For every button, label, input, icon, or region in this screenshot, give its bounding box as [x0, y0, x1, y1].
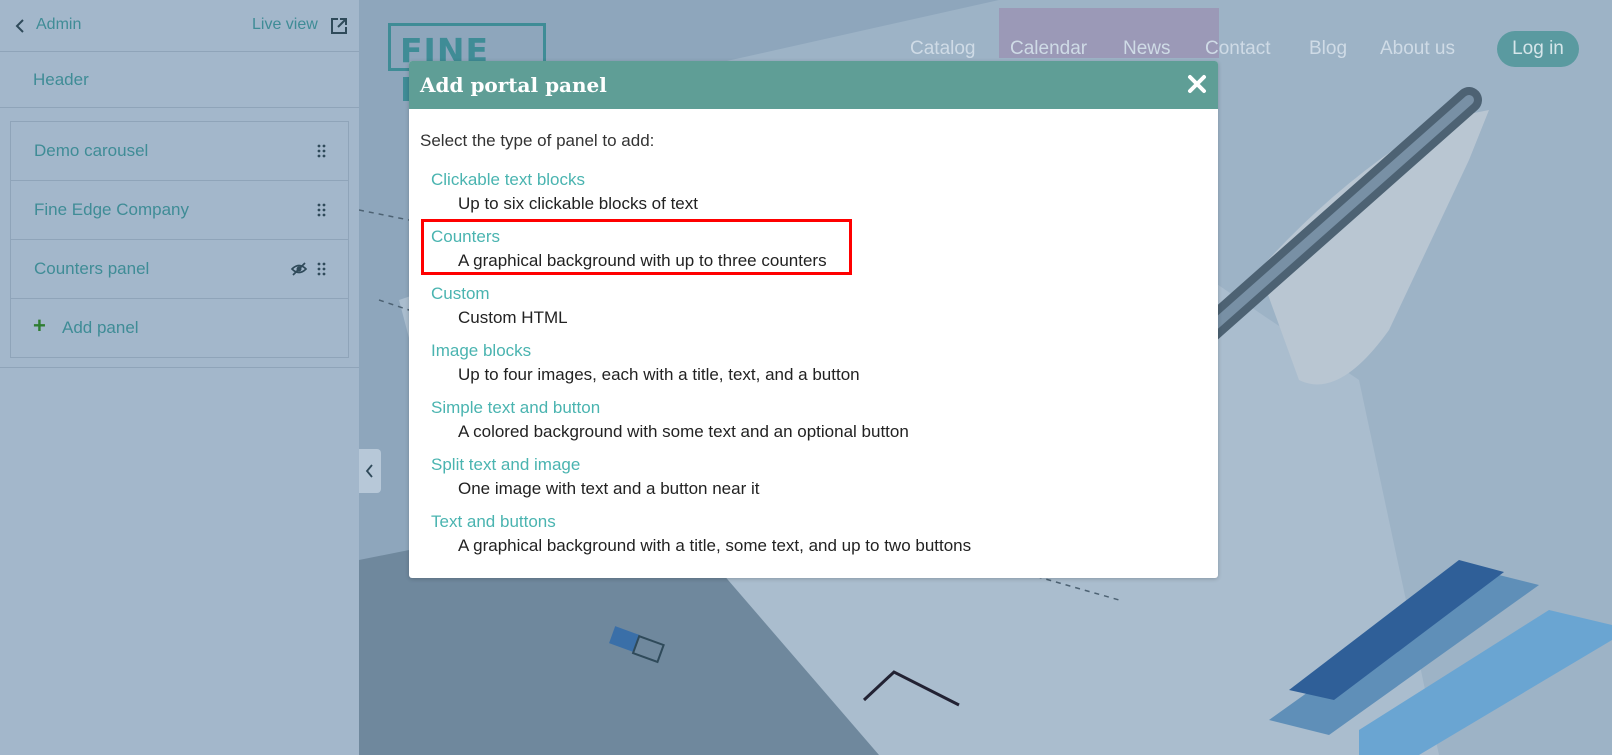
panel-list-section: Demo carousel Fine Edge Company Counters…: [0, 108, 359, 368]
option-link[interactable]: Split text and image: [431, 455, 580, 475]
admin-back-link[interactable]: Admin: [36, 16, 81, 34]
nav-calendar[interactable]: Calendar: [1010, 38, 1087, 60]
panel-item-fine-edge-company[interactable]: Fine Edge Company: [11, 181, 348, 240]
chevron-left-icon[interactable]: [10, 15, 32, 37]
collapse-sidebar-button[interactable]: [359, 449, 381, 493]
option-description: Up to six clickable blocks of text: [458, 194, 698, 213]
panel-item-label: Demo carousel: [34, 141, 149, 160]
login-button[interactable]: Log in: [1497, 31, 1579, 67]
admin-sidebar: Admin Live view Header Demo carousel Fin…: [0, 0, 359, 755]
live-view-link[interactable]: Live view: [252, 16, 318, 34]
drag-handle-icon[interactable]: [317, 262, 326, 276]
add-panel-label: Add panel: [62, 318, 139, 337]
dialog-header: Add portal panel: [409, 61, 1218, 109]
highlight-box: [421, 219, 852, 275]
close-icon[interactable]: [1186, 73, 1208, 95]
add-panel-button[interactable]: + Add panel: [11, 299, 348, 357]
nav-catalog[interactable]: Catalog: [910, 38, 976, 60]
nav-news[interactable]: News: [1123, 38, 1171, 60]
option-description: Up to four images, each with a title, te…: [458, 365, 860, 384]
panel-item-counters-panel[interactable]: Counters panel: [11, 240, 348, 299]
panel-item-label: Counters panel: [34, 259, 150, 278]
drag-handle-icon[interactable]: [317, 203, 326, 217]
option-link[interactable]: Simple text and button: [431, 398, 600, 418]
dialog-intro-text: Select the type of panel to add:: [420, 131, 655, 150]
option-link[interactable]: Image blocks: [431, 341, 531, 361]
panel-list: Demo carousel Fine Edge Company Counters…: [10, 121, 349, 358]
eye-slash-icon[interactable]: [290, 260, 308, 278]
sidebar-item-header[interactable]: Header: [0, 52, 359, 108]
add-portal-panel-dialog: Add portal panel Select the type of pane…: [409, 61, 1218, 578]
nav-about-us[interactable]: About us: [1380, 38, 1455, 60]
sidebar-top-bar: Admin Live view: [0, 0, 359, 52]
dialog-title: Add portal panel: [420, 73, 607, 97]
option-description: A graphical background with a title, som…: [458, 536, 972, 555]
sidebar-item-label: Header: [33, 70, 89, 89]
option-description: Custom HTML: [458, 308, 568, 327]
panel-item-label: Fine Edge Company: [34, 200, 189, 219]
plus-icon: +: [33, 313, 46, 338]
option-link[interactable]: Text and buttons: [431, 512, 556, 532]
option-link[interactable]: Custom: [431, 284, 490, 304]
panel-item-demo-carousel[interactable]: Demo carousel: [11, 122, 348, 181]
external-link-icon[interactable]: [328, 15, 350, 37]
option-description: One image with text and a button near it: [458, 479, 760, 498]
drag-handle-icon[interactable]: [317, 144, 326, 158]
nav-blog[interactable]: Blog: [1309, 38, 1347, 60]
chevron-left-icon: [365, 464, 373, 478]
option-link[interactable]: Clickable text blocks: [431, 170, 585, 190]
option-description: A colored background with some text and …: [458, 422, 909, 441]
nav-contact[interactable]: Contact: [1205, 38, 1270, 60]
